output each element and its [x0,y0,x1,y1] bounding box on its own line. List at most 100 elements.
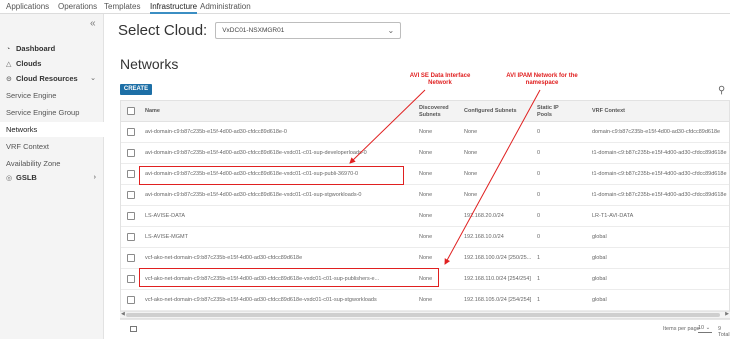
items-per-page-select[interactable]: 10 ⌄ [698,324,712,333]
cell-name: vcf-ako-net-domain-c9:b87c235b-e15f-4d00… [145,255,303,261]
column-header-discovered-subnets[interactable]: Discovered Subnets [419,105,449,119]
cell-discovered-subnets: None [419,171,433,177]
sidebar-item-label: Dashboard [16,44,56,53]
cell-static-ip-pools: 0 [537,234,541,240]
sidebar-item-clouds[interactable]: △ Clouds [0,56,104,71]
chevron-down-icon: ⌄ [705,325,711,331]
sidebar-item-vrf-context[interactable]: VRF Context [0,139,104,154]
globe-icon: ◎ [6,175,13,182]
row-checkbox[interactable] [127,149,135,157]
cell-vrf-context: global [592,276,607,282]
row-checkbox[interactable] [127,233,135,241]
row-checkbox[interactable] [127,275,135,283]
tab-administration[interactable]: Administration [200,2,251,11]
cell-vrf-context: global [592,234,607,240]
scrollbar-thumb[interactable] [126,313,720,317]
select-cloud-label: Select Cloud: [118,21,208,39]
column-header-vrf-context[interactable]: VRF Context [592,108,625,115]
row-checkbox[interactable] [127,170,135,178]
cell-discovered-subnets: None [419,129,433,135]
page-title: Networks [120,56,179,72]
table-row[interactable]: vcf-ako-net-domain-c9:b87c235b-e15f-4d00… [121,248,729,269]
table-row[interactable]: avi-domain-c9:b87c235b-e15f-4d00-ad30-cf… [121,185,729,206]
highlight-box-ipam-network [139,268,439,287]
top-navigation: Applications Operations Templates Infras… [0,0,730,14]
sidebar-item-networks[interactable]: Networks [0,122,104,137]
tab-applications[interactable]: Applications [6,2,49,11]
scroll-left-icon[interactable]: ◀ [121,311,125,317]
cell-static-ip-pools: 1 [537,276,541,282]
cell-configured-subnets: None [464,129,478,135]
cell-static-ip-pools: 0 [537,192,541,198]
cell-vrf-context: t1-domain-c9:b87c235b-e15f-4d00-ad30-cfd… [592,192,727,198]
row-checkbox[interactable] [127,212,135,220]
cell-static-ip-pools: 1 [537,255,541,261]
sidebar-item-availability-zone[interactable]: Availability Zone [0,156,104,171]
cell-configured-subnets: None [464,150,478,156]
column-header-name[interactable]: Name [145,108,160,115]
cell-vrf-context: t1-domain-c9:b87c235b-e15f-4d00-ad30-cfd… [592,150,727,156]
create-button[interactable]: CREATE [120,84,152,95]
sidebar-item-dashboard[interactable]: ◔ Dashboard [0,41,104,56]
cloud-dropdown[interactable]: VxDC01-NSXMGR01 ⌄ [215,21,402,39]
sidebar-item-label: Service Engine Group [6,108,80,117]
chevron-down-icon: ⌄ [387,25,395,35]
sidebar-item-cloud-resources[interactable]: ⊝ Cloud Resources ⌄ [0,71,104,86]
table-row[interactable]: vcf-ako-net-domain-c9:b87c235b-e15f-4d00… [121,290,729,311]
cell-vrf-context: LR-T1-AVI-DATA [592,213,634,219]
sidebar-item-gslb[interactable]: ◎ GSLB › [0,170,104,185]
cell-configured-subnets: None [464,171,478,177]
cell-configured-subnets: 192.168.105.0/24 [254/254] [464,297,532,303]
cell-name: avi-domain-c9:b87c235b-e15f-4d00-ad30-cf… [145,129,287,135]
cell-discovered-subnets: None [419,192,433,198]
cell-name: LS-AVISE-DATA [145,213,186,219]
cell-discovered-subnets: None [419,255,433,261]
tab-templates[interactable]: Templates [104,2,140,11]
search-icon[interactable]: ⚲ [718,85,725,96]
sidebar-item-label: GSLB [16,173,37,182]
chevron-down-icon: ⌄ [90,75,96,82]
cell-configured-subnets: 192.168.100.0/24 [250/25... [464,255,532,261]
items-per-page-value: 10 [698,325,705,331]
collapse-sidebar-icon[interactable]: « [90,18,96,29]
cell-configured-subnets: 192.168.110.0/24 [254/254] [464,276,531,282]
table-row[interactable]: LS-AVISE-DATA None 192.168.20.0/24 0 LR-… [121,206,729,227]
cell-name: avi-domain-c9:b87c235b-e15f-4d00-ad30-cf… [145,192,362,198]
scroll-right-icon[interactable]: ▶ [725,311,729,317]
select-all-checkbox[interactable] [127,107,135,115]
sidebar-item-label: Service Engine [6,91,57,100]
dashboard-icon: ◔ [6,46,11,53]
table-row[interactable]: avi-domain-c9:b87c235b-e15f-4d00-ad30-cf… [121,122,729,143]
sidebar-item-service-engine[interactable]: Service Engine [0,88,104,103]
row-checkbox[interactable] [127,296,135,304]
cloud-selector: Select Cloud: VxDC01-NSXMGR01 ⌄ [118,20,402,40]
tab-infrastructure[interactable]: Infrastructure [150,2,198,14]
cell-static-ip-pools: 0 [537,213,541,219]
horizontal-scrollbar[interactable]: ◀ ▶ [120,311,730,318]
cell-static-ip-pools: 0 [537,129,541,135]
column-header-configured-subnets[interactable]: Configured Subnets [464,108,517,115]
cell-configured-subnets: 192.168.20.0/24 [464,213,504,219]
cell-static-ip-pools: 1 [537,297,541,303]
cell-discovered-subnets: None [419,150,433,156]
sidebar-item-label: VRF Context [6,142,49,151]
cell-configured-subnets: 192.168.10.0/24 [464,234,504,240]
cell-name: vcf-ako-net-domain-c9:b87c235b-e15f-4d00… [145,297,377,303]
table-row[interactable]: LS-AVISE-MGMT None 192.168.10.0/24 0 glo… [121,227,729,248]
table-footer: Items per page 10 ⌄ 9 Total [120,319,730,339]
column-toggle-icon[interactable] [130,326,137,332]
row-checkbox[interactable] [127,191,135,199]
sidebar-item-label: Clouds [16,59,42,68]
sidebar-item-label: Availability Zone [6,159,61,168]
cloud-resources-icon: ⊝ [6,76,12,83]
sidebar-item-service-engine-group[interactable]: Service Engine Group [0,105,104,120]
table-header: Name Discovered Subnets Configured Subne… [121,101,729,122]
cell-name: LS-AVISE-MGMT [145,234,188,240]
row-checkbox[interactable] [127,254,135,262]
table-row[interactable]: avi-domain-c9:b87c235b-e15f-4d00-ad30-cf… [121,143,729,164]
cell-vrf-context: global [592,297,607,303]
column-header-static-ip-pools[interactable]: Static IP Pools [537,105,559,119]
tab-operations[interactable]: Operations [58,2,97,11]
cell-static-ip-pools: 0 [537,171,541,177]
row-checkbox[interactable] [127,128,135,136]
